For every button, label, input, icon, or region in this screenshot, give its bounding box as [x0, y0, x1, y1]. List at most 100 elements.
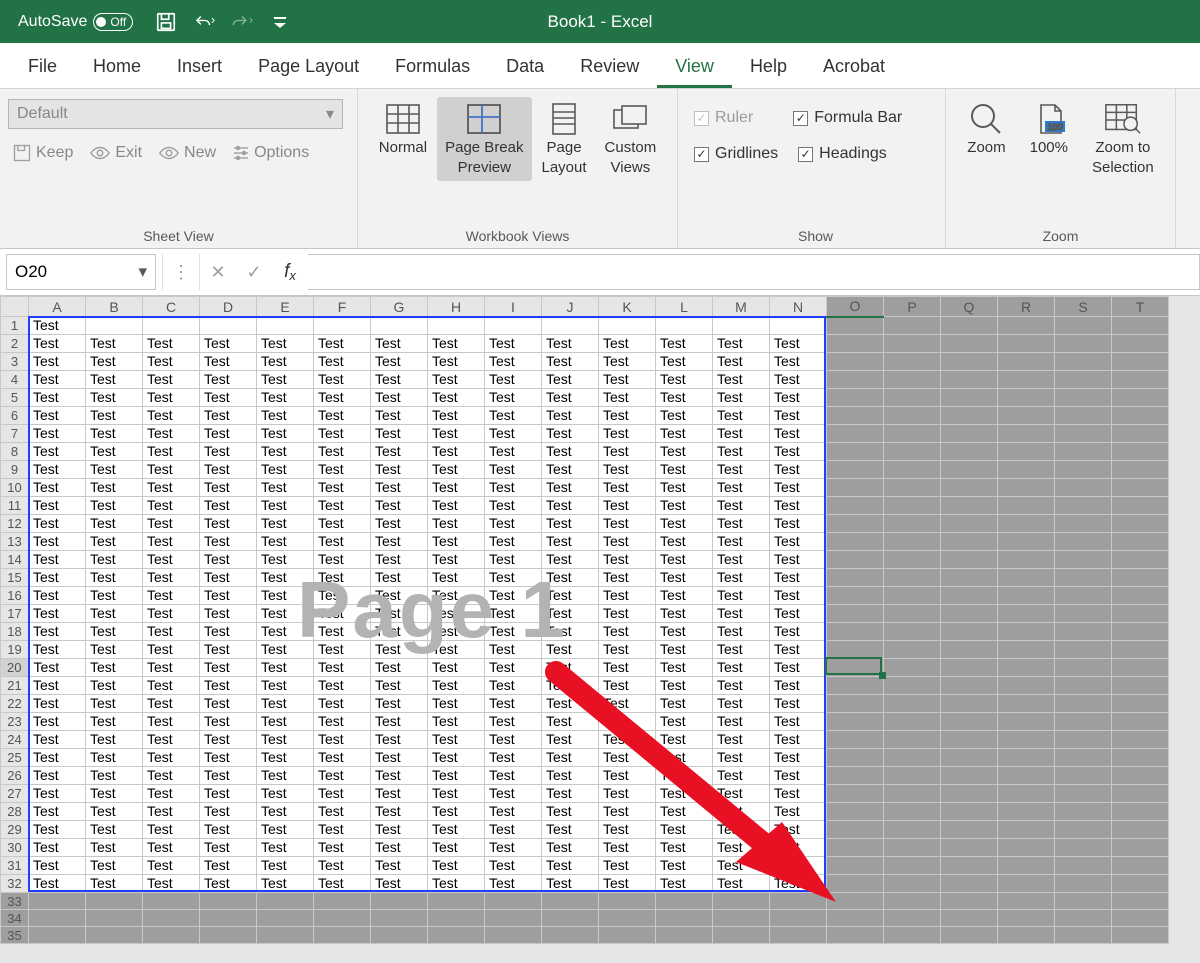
cell[interactable]: Test: [371, 623, 428, 641]
cell[interactable]: Test: [29, 713, 86, 731]
cell[interactable]: [1055, 335, 1112, 353]
cell[interactable]: Test: [29, 623, 86, 641]
cell[interactable]: Test: [314, 713, 371, 731]
cell[interactable]: [1055, 623, 1112, 641]
cell[interactable]: Test: [713, 479, 770, 497]
cell[interactable]: Test: [86, 335, 143, 353]
tab-file[interactable]: File: [10, 46, 75, 88]
cell[interactable]: Test: [314, 839, 371, 857]
cell[interactable]: [1055, 731, 1112, 749]
cell[interactable]: [542, 317, 599, 335]
cell[interactable]: [1055, 551, 1112, 569]
cell[interactable]: Test: [713, 767, 770, 785]
cell[interactable]: Test: [770, 407, 827, 425]
cell[interactable]: [884, 695, 941, 713]
cell[interactable]: Test: [86, 479, 143, 497]
cell[interactable]: Test: [485, 677, 542, 695]
cell[interactable]: [1055, 479, 1112, 497]
cell[interactable]: Test: [143, 479, 200, 497]
cell[interactable]: [884, 785, 941, 803]
cell[interactable]: [1112, 821, 1169, 839]
cell[interactable]: [86, 317, 143, 335]
cell[interactable]: Test: [485, 641, 542, 659]
cell[interactable]: Test: [314, 533, 371, 551]
cell[interactable]: Test: [200, 353, 257, 371]
cell[interactable]: [884, 389, 941, 407]
cell[interactable]: [941, 767, 998, 785]
cell[interactable]: Test: [428, 677, 485, 695]
cell[interactable]: Test: [770, 821, 827, 839]
row-header-34[interactable]: 34: [1, 910, 29, 927]
cell[interactable]: [941, 839, 998, 857]
cell[interactable]: [884, 731, 941, 749]
cell[interactable]: Test: [29, 659, 86, 677]
cell[interactable]: [1055, 857, 1112, 875]
cell[interactable]: Test: [371, 551, 428, 569]
cell[interactable]: Test: [542, 407, 599, 425]
cell[interactable]: [1055, 533, 1112, 551]
cell[interactable]: Test: [29, 533, 86, 551]
cell[interactable]: Test: [200, 605, 257, 623]
cell[interactable]: [827, 821, 884, 839]
cell[interactable]: [1112, 767, 1169, 785]
cell[interactable]: Test: [371, 533, 428, 551]
cell[interactable]: Test: [257, 821, 314, 839]
cell[interactable]: [998, 551, 1055, 569]
cell[interactable]: Test: [542, 371, 599, 389]
cell[interactable]: [827, 605, 884, 623]
cell[interactable]: [1112, 497, 1169, 515]
cell[interactable]: Test: [143, 497, 200, 515]
cell[interactable]: Test: [485, 605, 542, 623]
tab-review[interactable]: Review: [562, 46, 657, 88]
cell[interactable]: Test: [371, 353, 428, 371]
cell[interactable]: [827, 927, 884, 944]
cell[interactable]: Test: [371, 443, 428, 461]
cell[interactable]: Test: [428, 515, 485, 533]
cell[interactable]: [941, 677, 998, 695]
cell[interactable]: Test: [371, 875, 428, 893]
custom-views-button[interactable]: Custom Views: [597, 97, 665, 181]
cell[interactable]: [599, 927, 656, 944]
cell[interactable]: Test: [371, 821, 428, 839]
tab-formulas[interactable]: Formulas: [377, 46, 488, 88]
cell[interactable]: Test: [257, 443, 314, 461]
row-header-25[interactable]: 25: [1, 749, 29, 767]
cell[interactable]: Test: [29, 497, 86, 515]
cell[interactable]: Test: [542, 335, 599, 353]
cell[interactable]: Test: [428, 785, 485, 803]
cell[interactable]: Test: [542, 749, 599, 767]
cell[interactable]: Test: [770, 569, 827, 587]
cell[interactable]: Test: [314, 695, 371, 713]
cell[interactable]: [542, 927, 599, 944]
cell[interactable]: [827, 677, 884, 695]
cell[interactable]: [1112, 317, 1169, 335]
cell[interactable]: [1112, 927, 1169, 944]
cell[interactable]: [485, 927, 542, 944]
cell[interactable]: [884, 353, 941, 371]
row-header-15[interactable]: 15: [1, 569, 29, 587]
cell[interactable]: [599, 910, 656, 927]
cell[interactable]: Test: [599, 407, 656, 425]
cell[interactable]: Test: [428, 407, 485, 425]
row-header-30[interactable]: 30: [1, 839, 29, 857]
cell[interactable]: Test: [428, 641, 485, 659]
cell[interactable]: Test: [143, 803, 200, 821]
cell[interactable]: [1055, 803, 1112, 821]
cell[interactable]: Test: [143, 731, 200, 749]
cell[interactable]: Test: [713, 623, 770, 641]
cell[interactable]: [200, 910, 257, 927]
cell[interactable]: Test: [770, 749, 827, 767]
cell[interactable]: [1055, 713, 1112, 731]
col-header-E[interactable]: E: [257, 297, 314, 317]
cell[interactable]: Test: [314, 551, 371, 569]
cell[interactable]: [371, 910, 428, 927]
cell[interactable]: Test: [542, 677, 599, 695]
row-header-33[interactable]: 33: [1, 893, 29, 910]
cell[interactable]: [1112, 443, 1169, 461]
cell[interactable]: [884, 515, 941, 533]
cell[interactable]: [998, 821, 1055, 839]
cell[interactable]: [884, 839, 941, 857]
cell[interactable]: Test: [770, 389, 827, 407]
cell[interactable]: Test: [770, 713, 827, 731]
cell[interactable]: [656, 910, 713, 927]
